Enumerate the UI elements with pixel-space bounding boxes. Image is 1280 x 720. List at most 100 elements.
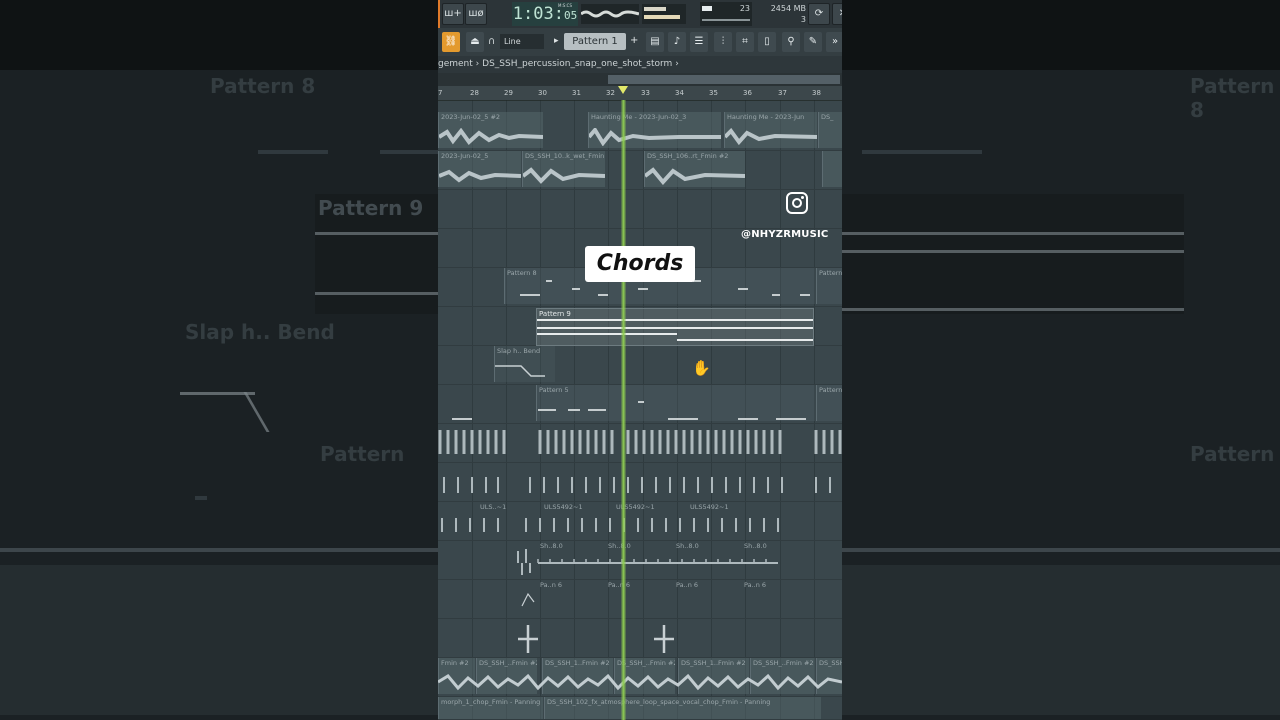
clip-label: DS_SSH_106..rt_Fmin #2: [647, 152, 729, 160]
ram-meter: 2454 MB 3: [754, 2, 810, 26]
hand-cursor-icon: ✋: [692, 359, 711, 377]
note-dash: [800, 294, 810, 296]
clip-label: DS_SSH_102_fx_atmosphere_loop_space_voca…: [547, 698, 771, 706]
file-icon[interactable]: ▯: [758, 32, 776, 52]
note-dash: [572, 288, 580, 290]
pattern-selector[interactable]: Pattern 1: [564, 33, 626, 50]
track-row[interactable]: 2023-Jun-02_5 #2 Haunting Me - 2023-Jun-…: [438, 112, 842, 151]
clip-label-row: Sh..8.0: [674, 541, 710, 553]
time-sub: 05: [563, 9, 578, 22]
tools-icon[interactable]: ✎: [804, 32, 822, 52]
cpu-line: [702, 19, 750, 21]
browser-icon[interactable]: ⌗: [736, 32, 754, 52]
clip-label: Pa..n 6: [540, 581, 563, 589]
magnet-icon[interactable]: ∩: [488, 36, 495, 47]
song-mode-icon[interactable]: шø: [465, 3, 487, 25]
instagram-icon: [786, 192, 808, 214]
clip-label: Sh..8.0: [676, 542, 699, 550]
audio-clip[interactable]: Haunting Me - 2023-Jun-02_3: [588, 112, 721, 148]
pattern-clip[interactable]: Pattern 5: [536, 385, 815, 421]
clip-label-row: ULS5492~1: [542, 502, 602, 514]
clip-waveform: [725, 128, 817, 146]
clip-label: ULS5492~1: [544, 503, 583, 511]
clip-label: DS_SSH_..Fmin #2: [753, 659, 814, 667]
time-format-label: M:S:CS: [558, 3, 573, 8]
track-row[interactable]: Sh..8.0 Sh..8.0 Sh..8.0 Sh..8.0: [438, 541, 842, 580]
chords-caption: Chords: [585, 246, 695, 282]
track-row[interactable]: [438, 463, 842, 502]
clip-waveform: [439, 169, 521, 183]
clip-label: Sh..8.0: [540, 542, 563, 550]
left-ghost-wave-area: [0, 565, 438, 715]
track-row[interactable]: [438, 190, 842, 229]
track-row[interactable]: Slap h.. Bend: [438, 346, 842, 385]
track-row[interactable]: morph_1_chop_Fmin - Panning DS_SSH_102_f…: [438, 697, 842, 720]
audio-clip[interactable]: DS_SSH_106..rt_Fmin #2: [644, 151, 745, 187]
timeline-ruler[interactable]: 7 28 29 30 31 32 33 34 35 36 37 38: [438, 86, 842, 101]
pattern-clip[interactable]: Pattern: [816, 268, 842, 304]
right-dark-band: [842, 0, 1280, 70]
ruler-tick: 32: [606, 89, 615, 97]
track-row[interactable]: Fmin #2 DS_SSH_..Fmin #2 DS_SSH_1..Fmin …: [438, 658, 842, 697]
breadcrumb-prefix[interactable]: gement: [438, 59, 473, 69]
pattern-song-icon[interactable]: ш+: [442, 3, 464, 25]
right-ghost-line: [842, 250, 1184, 253]
audio-clip[interactable]: 2023-Jun-02_5: [438, 151, 521, 187]
audio-clip[interactable]: 2023-Jun-02_5 #2: [438, 112, 543, 148]
track-row[interactable]: Pattern 5 Pattern: [438, 385, 842, 424]
left-blurred-background: Pattern 8 Pattern 9 Slap h.. Bend Patter…: [0, 0, 438, 720]
pattern-9-clip[interactable]: Pattern 9: [536, 308, 814, 346]
pattern-clip[interactable]: Pattern: [816, 385, 842, 421]
left-ghost-note: [380, 150, 438, 154]
clip-label: 2023-Jun-02_5 #2: [441, 113, 501, 121]
stamp-icon[interactable]: ⏏: [466, 32, 484, 52]
snap-select[interactable]: Line: [500, 34, 544, 49]
playlist-icon[interactable]: ▤: [646, 32, 664, 52]
horizontal-scrollbar[interactable]: [438, 73, 842, 86]
meter-bar-right: [644, 15, 680, 19]
note-dash: [738, 418, 758, 420]
clip-waveform: [589, 128, 721, 146]
more-icon[interactable]: »: [826, 32, 842, 52]
clip-label-row: Pa..n 6: [742, 580, 778, 592]
audio-clip[interactable]: [822, 151, 842, 187]
plugin-icon[interactable]: ⚲: [782, 32, 800, 52]
mixer-icon[interactable]: ⫶: [714, 32, 732, 52]
clip-label-row: Pa..n 6: [538, 580, 574, 592]
clip-label-row: ULS5492~1: [688, 502, 748, 514]
close-icon[interactable]: ✕: [832, 3, 842, 25]
polyphony-value: 3: [800, 15, 806, 24]
audio-clip[interactable]: DS_SSH_10..k_wet_Fmin: [522, 151, 605, 187]
refresh-icon[interactable]: ⟳: [808, 3, 830, 25]
ruler-tick: 31: [572, 89, 581, 97]
audio-clip[interactable]: Haunting Me - 2023-Jun: [724, 112, 817, 148]
track-row[interactable]: ULS..~1 ULS5492~1 ULS5492~1 ULS5492~1: [438, 502, 842, 541]
ruler-tick: 29: [504, 89, 513, 97]
playhead-marker[interactable]: [618, 86, 628, 94]
audio-clip[interactable]: DS_SSH_102_fx_atmosphere_loop_space_voca…: [544, 697, 821, 719]
right-ghost-line: [842, 548, 1280, 552]
audio-clip[interactable]: morph_1_chop_Fmin - Panning: [438, 697, 543, 719]
breadcrumb-sample[interactable]: DS_SSH_percussion_snap_one_shot_storm: [482, 59, 672, 69]
track-row[interactable]: [438, 619, 842, 658]
clip-label: Pattern 5: [539, 386, 569, 394]
scrollbar-thumb[interactable]: [608, 75, 840, 84]
right-dark-block: [842, 194, 1184, 314]
clip-label: Pa..n 6: [676, 581, 699, 589]
automation-clip[interactable]: Slap h.. Bend: [494, 346, 555, 382]
note-dash: [452, 418, 472, 420]
piano-roll-icon[interactable]: ♪: [668, 32, 686, 52]
add-pattern-icon[interactable]: +: [630, 35, 638, 46]
link-icon[interactable]: ⛓: [442, 32, 460, 52]
prev-pattern-icon[interactable]: ▸: [554, 36, 559, 46]
channel-rack-icon[interactable]: ☰: [690, 32, 708, 52]
clip-waveform: [438, 673, 842, 691]
breadcrumb-arrow[interactable]: ›: [675, 59, 679, 69]
track-row[interactable]: [438, 424, 842, 463]
left-ghost-note: [258, 150, 328, 154]
track-row[interactable]: 2023-Jun-02_5 DS_SSH_10..k_wet_Fmin DS_S…: [438, 151, 842, 190]
track-row[interactable]: Pa..n 6 Pa..n 6 Pa..n 6 Pa..n 6: [438, 580, 842, 619]
ruler-tick: 35: [709, 89, 718, 97]
percussion-hits: [438, 430, 842, 454]
audio-clip[interactable]: DS_: [818, 112, 842, 148]
